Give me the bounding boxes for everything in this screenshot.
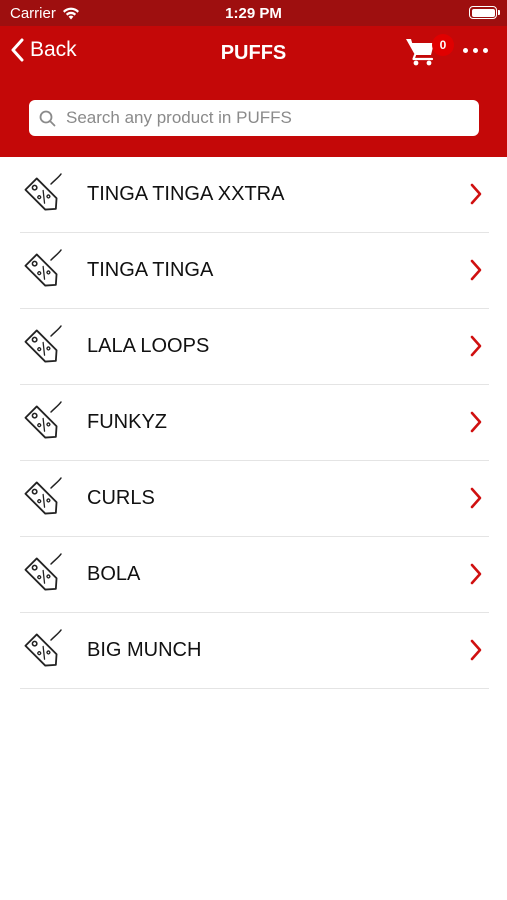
- more-dots-icon: [463, 48, 468, 53]
- search-input[interactable]: [66, 108, 446, 128]
- list-item-label: BIG MUNCH: [87, 639, 202, 661]
- discount-tag-icon: [24, 401, 62, 439]
- discount-tag-icon: [24, 553, 62, 591]
- category-item-3[interactable]: LALA LOOPS: [0, 309, 507, 385]
- status-bar: Carrier 1:29 PM: [0, 0, 507, 26]
- list-item-label: TINGA TINGA: [87, 259, 214, 281]
- search-icon: [39, 110, 56, 126]
- category-item-7[interactable]: BIG MUNCH: [0, 613, 507, 689]
- discount-tag-icon: [24, 629, 62, 667]
- discount-tag-icon: [24, 173, 62, 211]
- chevron-right-icon: [470, 487, 482, 509]
- chevron-right-icon: [470, 411, 482, 433]
- category-list: TINGA TINGA XXTRA TINGA TINGA LALA LOOPS…: [0, 157, 507, 689]
- list-item-label: BOLA: [87, 563, 141, 585]
- chevron-right-icon: [470, 563, 482, 585]
- status-time: 1:29 PM: [225, 5, 282, 22]
- chevron-right-icon: [470, 259, 482, 281]
- list-item-label: FUNKYZ: [87, 411, 167, 433]
- chevron-right-icon: [470, 335, 482, 357]
- battery-icon: [469, 6, 500, 19]
- discount-tag-icon: [24, 325, 62, 363]
- list-divider: [20, 688, 489, 689]
- discount-tag-icon: [24, 249, 62, 287]
- nav-bar: Back PUFFS 0: [0, 26, 507, 157]
- category-item-2[interactable]: TINGA TINGA: [0, 233, 507, 309]
- category-item-5[interactable]: CURLS: [0, 461, 507, 537]
- chevron-right-icon: [470, 639, 482, 661]
- list-item-label: TINGA TINGA XXTRA: [87, 183, 285, 205]
- list-item-label: LALA LOOPS: [87, 335, 210, 357]
- chevron-right-icon: [470, 183, 482, 205]
- cart-button[interactable]: 0: [405, 34, 454, 70]
- cart-count-badge: 0: [432, 34, 454, 56]
- list-item-label: CURLS: [87, 487, 155, 509]
- search-bar[interactable]: [29, 100, 479, 136]
- more-options-button[interactable]: [463, 48, 488, 53]
- category-item-1[interactable]: TINGA TINGA XXTRA: [0, 157, 507, 233]
- discount-tag-icon: [24, 477, 62, 515]
- category-item-6[interactable]: BOLA: [0, 537, 507, 613]
- category-item-4[interactable]: FUNKYZ: [0, 385, 507, 461]
